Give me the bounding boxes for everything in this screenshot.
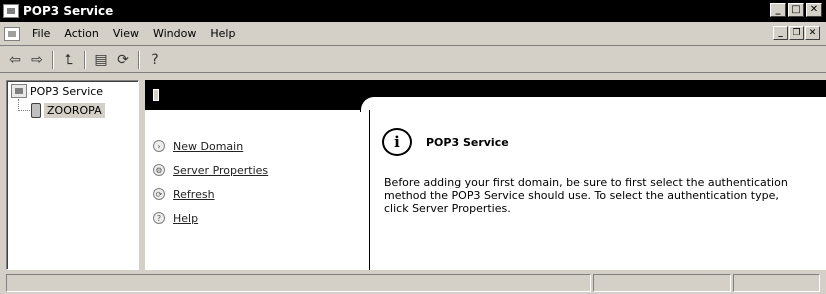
tree-connector: [18, 110, 30, 111]
minimize-button[interactable]: _: [770, 3, 786, 17]
task-help[interactable]: ? Help: [153, 208, 268, 228]
task-link[interactable]: New Domain: [173, 140, 243, 153]
task-list: › New Domain ⚙ Server Properties ⟳ Refre…: [153, 136, 268, 232]
task-link[interactable]: Server Properties: [173, 164, 268, 177]
tree-item-label: ZOOROPA: [44, 103, 105, 118]
menu-view[interactable]: View: [107, 27, 147, 40]
info-title: POP3 Service: [426, 135, 509, 149]
task-refresh[interactable]: ⟳ Refresh: [153, 184, 268, 204]
properties-icon[interactable]: ▤: [90, 50, 112, 70]
forward-icon[interactable]: ⇨: [26, 50, 48, 70]
menu-help[interactable]: Help: [204, 27, 243, 40]
back-icon[interactable]: ⇦: [4, 50, 26, 70]
child-window-controls: _ ❐ ✕: [773, 26, 820, 40]
toolbar-separator: [138, 50, 140, 69]
tree-item-label: POP3 Service: [30, 84, 104, 98]
up-icon[interactable]: ⮤: [58, 50, 80, 70]
server-properties-icon: ⚙: [153, 164, 165, 176]
info-description: Before adding your first domain, be sure…: [384, 176, 788, 215]
status-cell: [593, 274, 731, 292]
task-new-domain[interactable]: › New Domain: [153, 136, 268, 156]
new-domain-icon: ›: [153, 140, 165, 152]
menu-action[interactable]: Action: [58, 27, 106, 40]
pop3-service-icon: [11, 84, 27, 98]
child-restore-button[interactable]: ❐: [789, 26, 804, 40]
title-bar: POP3 Service _ □ ✕: [0, 0, 826, 22]
app-icon: [3, 4, 19, 18]
console-tree: POP3 Service ZOOROPA: [6, 80, 139, 270]
menu-window[interactable]: Window: [147, 27, 204, 40]
help-icon[interactable]: ?: [144, 50, 166, 70]
task-link[interactable]: Help: [173, 212, 198, 225]
server-icon: [31, 103, 41, 118]
info-icon: i: [382, 128, 412, 156]
child-minimize-button[interactable]: _: [773, 26, 788, 40]
tree-item-pop3-service[interactable]: POP3 Service: [11, 84, 103, 98]
maximize-button[interactable]: □: [788, 3, 804, 17]
tree-item-server[interactable]: ZOOROPA: [31, 103, 105, 118]
task-link[interactable]: Refresh: [173, 188, 215, 201]
toolbar-separator: [84, 50, 86, 69]
status-cell: [733, 274, 820, 292]
toolbar: ⇦ ⇨ ⮤ ▤ ⟳ ?: [0, 47, 826, 73]
help-icon: ?: [153, 212, 165, 224]
refresh-icon[interactable]: ⟳: [112, 50, 134, 70]
close-button[interactable]: ✕: [806, 3, 822, 17]
window-controls: _ □ ✕: [770, 3, 822, 17]
refresh-icon: ⟳: [153, 188, 165, 200]
toolbar-separator: [52, 50, 54, 69]
info-panel: i POP3 Service Before adding your first …: [369, 110, 826, 270]
console-icon[interactable]: [4, 26, 20, 41]
info-header: i POP3 Service: [382, 128, 509, 156]
menu-file[interactable]: File: [26, 27, 58, 40]
server-icon: [153, 89, 159, 101]
window-title: POP3 Service: [23, 4, 114, 18]
task-server-properties[interactable]: ⚙ Server Properties: [153, 160, 268, 180]
menu-bar: File Action View Window Help _ ❐ ✕: [0, 22, 826, 46]
status-cell-main: [6, 274, 591, 292]
status-bar: [0, 272, 826, 294]
child-close-button[interactable]: ✕: [805, 26, 820, 40]
details-pane: › New Domain ⚙ Server Properties ⟳ Refre…: [145, 80, 826, 270]
